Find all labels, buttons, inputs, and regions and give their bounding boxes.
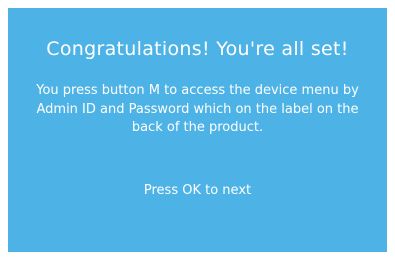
press-ok-prompt: Press OK to next: [143, 183, 252, 198]
setup-complete-screen: Congratulations! You're all set! You pre…: [8, 8, 387, 252]
instructions-message: You press button M to access the device …: [36, 83, 359, 135]
congratulations-title: Congratulations! You're all set!: [46, 38, 349, 60]
